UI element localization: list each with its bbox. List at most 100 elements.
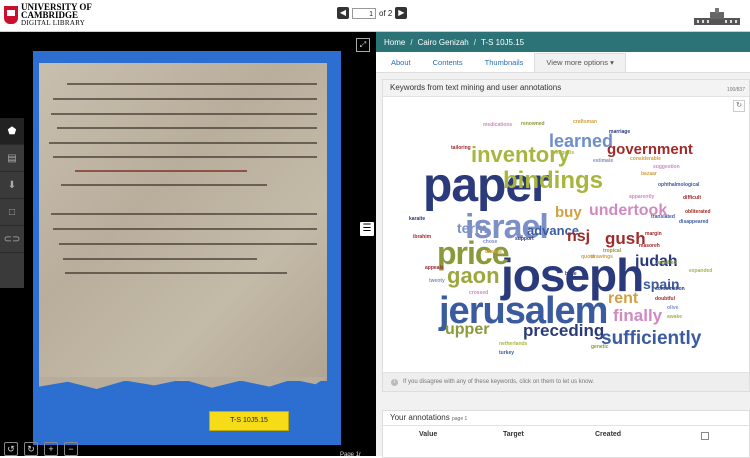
keyword-cloud: paper joseph jerusalem israel price inventory… <box>383 97 749 372</box>
page-label: Page 1r <box>340 452 362 458</box>
keyword-disappeared[interactable]: disappeared <box>679 220 708 225</box>
keyword-combination[interactable]: combination <box>655 287 685 292</box>
keyword-exegesis[interactable]: exegesis <box>553 151 574 156</box>
square-icon[interactable]: □ <box>0 199 24 226</box>
prev-page-button[interactable]: ◀ <box>337 7 349 19</box>
fullscreen-icon[interactable]: ⤢ <box>356 38 370 52</box>
col-created[interactable]: Created <box>595 426 621 444</box>
annotations-title: Your annotations <box>390 413 450 422</box>
cambridge-logo[interactable]: UNIVERSITY OF CAMBRIDGE DIGITAL LIBRARY <box>4 3 92 27</box>
annotations-page: page 1 <box>452 416 468 422</box>
keyword-sufficiently[interactable]: sufficiently <box>601 329 701 348</box>
keyword-netherlands[interactable]: netherlands <box>499 342 527 347</box>
keyword-ophthalmological[interactable]: ophthalmological <box>658 183 699 188</box>
rotate-left-icon[interactable]: ↺ <box>4 442 18 456</box>
keyword-obliterated[interactable]: obliterated <box>685 210 711 215</box>
keyword-marriage[interactable]: marriage <box>609 130 630 135</box>
keyword-term[interactable]: term <box>457 221 487 235</box>
tab-thumbnails[interactable]: Thumbnails <box>474 54 535 72</box>
keyword-medications[interactable]: medications <box>483 123 512 128</box>
rotate-right-icon[interactable]: ↻ <box>24 442 38 456</box>
keyword-olive[interactable]: olive <box>667 306 678 311</box>
document-icon[interactable]: ▤ <box>0 145 24 172</box>
keyword-masoreh[interactable]: masoreh <box>639 244 660 249</box>
tab-bar: About Contents Thumbnails View more opti… <box>376 52 750 73</box>
keyword-apparently[interactable]: apparently <box>629 195 654 200</box>
info-panel: Home / Cairo Genizah / T-S 10J5.15 About C… <box>376 32 750 458</box>
keyword-appeals[interactable]: appeals <box>425 266 444 271</box>
keyword-nsj[interactable]: nsj <box>567 229 590 245</box>
keyword-rent[interactable]: rent <box>608 291 638 307</box>
keyword-unskilled[interactable]: unskilled <box>655 261 677 266</box>
keyword-estimate[interactable]: estimate <box>593 159 613 164</box>
library-building-icon <box>694 8 740 25</box>
keyword-count: 100/837 <box>726 87 745 93</box>
keyword-chose[interactable]: chose <box>483 240 497 245</box>
keyword-crossed[interactable]: crossed <box>469 291 488 296</box>
tab-contents[interactable]: Contents <box>422 54 474 72</box>
keyword-ibrahim[interactable]: ibrahim <box>413 235 431 240</box>
zoom-controls: ↺ ↻ + − <box>4 442 78 456</box>
keyword-margin[interactable]: margin <box>645 232 662 237</box>
logo-line3: DIGITAL LIBRARY <box>21 19 86 27</box>
keyword-tailoring[interactable]: tailoring <box>451 146 471 151</box>
next-page-button[interactable]: ▶ <box>395 7 408 19</box>
col-target[interactable]: Target <box>503 426 524 444</box>
keyword-suggestion[interactable]: suggestion <box>653 165 680 170</box>
keyword-twenty[interactable]: twenty <box>429 279 445 284</box>
keyword-translated[interactable]: translated <box>651 215 675 220</box>
tab-view-more-options[interactable]: View more options ▾ <box>534 53 626 72</box>
info-icon: i <box>391 379 398 386</box>
keyword-craftsman[interactable]: craftsman <box>573 120 597 125</box>
keyword-turkey[interactable]: turkey <box>499 351 514 356</box>
page-navigator: ◀ 1 of 2 ▶ <box>337 7 408 19</box>
select-all-checkbox[interactable] <box>701 432 709 440</box>
keywords-title: Keywords from text mining and user annot… <box>390 83 562 92</box>
zoom-out-icon[interactable]: − <box>64 442 78 456</box>
annotations-table-header: Value Target Created <box>383 426 749 444</box>
keyword-bindings[interactable]: bindings <box>503 169 603 193</box>
keyword-difficult[interactable]: difficult <box>683 196 701 201</box>
keyword-doubtful[interactable]: doubtful <box>655 297 675 302</box>
keyword-genetic[interactable]: genetic <box>591 345 609 350</box>
keyword-cheese[interactable]: cheese <box>485 250 502 255</box>
zoom-in-icon[interactable]: + <box>44 442 58 456</box>
keyword-learned[interactable]: learned <box>549 132 613 150</box>
keyword-buy[interactable]: buy <box>555 205 582 220</box>
keyword-awake[interactable]: awake <box>667 315 682 320</box>
keyword-bible[interactable]: bible <box>565 272 577 277</box>
logo-line2: CAMBRIDGE <box>21 10 79 20</box>
keywords-info: i If you disagree with any of these keywo… <box>383 372 749 391</box>
keyword-gaon[interactable]: gaon <box>447 265 500 287</box>
keyword-considerable[interactable]: considerable <box>630 157 661 162</box>
breadcrumb-collection[interactable]: Cairo Genizah <box>418 38 469 47</box>
pin-icon[interactable]: ⬇ <box>0 172 24 199</box>
keyword-preceding[interactable]: preceding <box>523 322 604 339</box>
image-viewer[interactable]: ⤢ ⬟ ▤ ⬇ □ ⊂⊃ T-S 10J5.15 ☰ ↺ ↻ + − Page … <box>0 32 376 458</box>
shelfmark-label: T-S 10J5.15 <box>209 411 289 431</box>
breadcrumb: Home / Cairo Genizah / T-S 10J5.15 <box>376 32 750 52</box>
keyword-bazaar[interactable]: bazaar <box>641 172 657 177</box>
tab-about[interactable]: About <box>380 54 422 72</box>
keyword-support[interactable]: support <box>515 237 534 242</box>
manuscript-scan: T-S 10J5.15 <box>33 51 341 445</box>
keyword-finally[interactable]: finally <box>613 307 662 324</box>
keyword-upper[interactable]: upper <box>445 322 489 338</box>
keyword-karaite[interactable]: karaite <box>409 217 425 222</box>
page-total: of 2 <box>379 8 393 18</box>
page-number-input[interactable]: 1 <box>352 7 376 19</box>
cambridge-shield-icon <box>4 6 18 24</box>
breadcrumb-item: T-S 10J5.15 <box>480 37 525 47</box>
col-value[interactable]: Value <box>419 426 437 444</box>
keyword-government[interactable]: government <box>607 142 693 157</box>
keyword-expanded[interactable]: expanded <box>689 269 712 274</box>
keyword-renowned[interactable]: renowned <box>521 122 545 127</box>
breadcrumb-home[interactable]: Home <box>384 38 405 47</box>
tag-icon[interactable]: ⬟ <box>0 118 24 145</box>
manuscript-page <box>39 63 327 389</box>
panel-toggle-icon[interactable]: ☰ <box>360 222 374 236</box>
annotations-card: Your annotations page 1 Value Target Cre… <box>382 410 750 458</box>
viewer-sidebar: ⬟ ▤ ⬇ □ ⊂⊃ <box>0 118 24 288</box>
toggle-icon[interactable]: ⊂⊃ <box>0 226 24 253</box>
keyword-drawings[interactable]: drawings <box>591 255 613 260</box>
